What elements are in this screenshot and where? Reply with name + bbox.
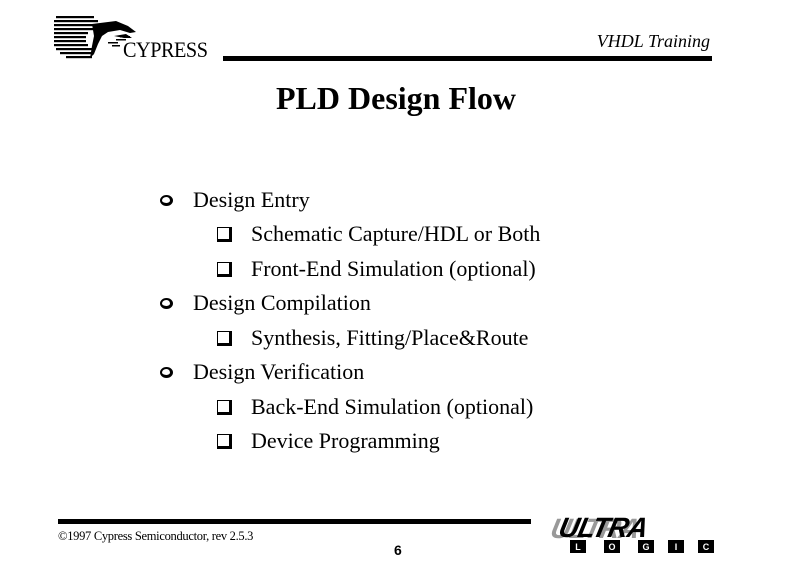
bullet-text: Design Verification bbox=[193, 359, 365, 384]
company-name: CYPRESS bbox=[123, 37, 208, 62]
footer-divider bbox=[58, 519, 531, 524]
header-divider bbox=[223, 56, 712, 61]
brand-sub-letter: L bbox=[575, 542, 581, 552]
brand-main: ULTRA bbox=[556, 515, 650, 543]
sub-bullet-item: Schematic Capture/HDL or Both bbox=[217, 223, 540, 245]
brand-sub-letter: G bbox=[642, 542, 649, 552]
sub-bullet-item: Synthesis, Fitting/Place&Route bbox=[217, 327, 528, 349]
bullet-text: Synthesis, Fitting/Place&Route bbox=[251, 325, 529, 350]
circle-bullet-icon bbox=[160, 297, 173, 309]
circle-bullet-icon bbox=[160, 194, 173, 206]
bullet-text: Back-End Simulation (optional) bbox=[251, 394, 534, 419]
bullet-text: Schematic Capture/HDL or Both bbox=[251, 221, 541, 246]
page-number: 6 bbox=[394, 542, 402, 558]
bullet-item: Design Verification bbox=[160, 361, 364, 383]
bullet-item: Design Entry bbox=[160, 189, 310, 211]
square-bullet-icon bbox=[217, 330, 232, 346]
bullet-text: Front-End Simulation (optional) bbox=[251, 256, 536, 281]
brand-sub-letter: O bbox=[608, 542, 615, 552]
square-bullet-icon bbox=[217, 399, 232, 415]
brand-sub-letter: C bbox=[703, 542, 710, 552]
sub-bullet-item: Device Programming bbox=[217, 430, 440, 452]
square-bullet-icon bbox=[217, 226, 232, 242]
bullet-text: Device Programming bbox=[251, 428, 440, 453]
sub-bullet-item: Back-End Simulation (optional) bbox=[217, 396, 533, 418]
ultra-logic-logo-icon: ULTRA ULTRA L O G I C bbox=[548, 515, 714, 553]
copyright-notice: ©1997 Cypress Semiconductor, rev 2.5.3 bbox=[58, 529, 254, 543]
bullet-text: Design Entry bbox=[193, 187, 310, 212]
square-bullet-icon bbox=[217, 433, 232, 449]
header-label: VHDL Training bbox=[596, 31, 710, 51]
bullet-text: Design Compilation bbox=[193, 290, 371, 315]
slide-title: PLD Design Flow bbox=[276, 80, 516, 116]
brand-sub-letter: I bbox=[675, 542, 678, 552]
bullet-item: Design Compilation bbox=[160, 292, 371, 314]
sub-bullet-item: Front-End Simulation (optional) bbox=[217, 258, 536, 280]
square-bullet-icon bbox=[217, 261, 232, 277]
circle-bullet-icon bbox=[160, 366, 173, 378]
